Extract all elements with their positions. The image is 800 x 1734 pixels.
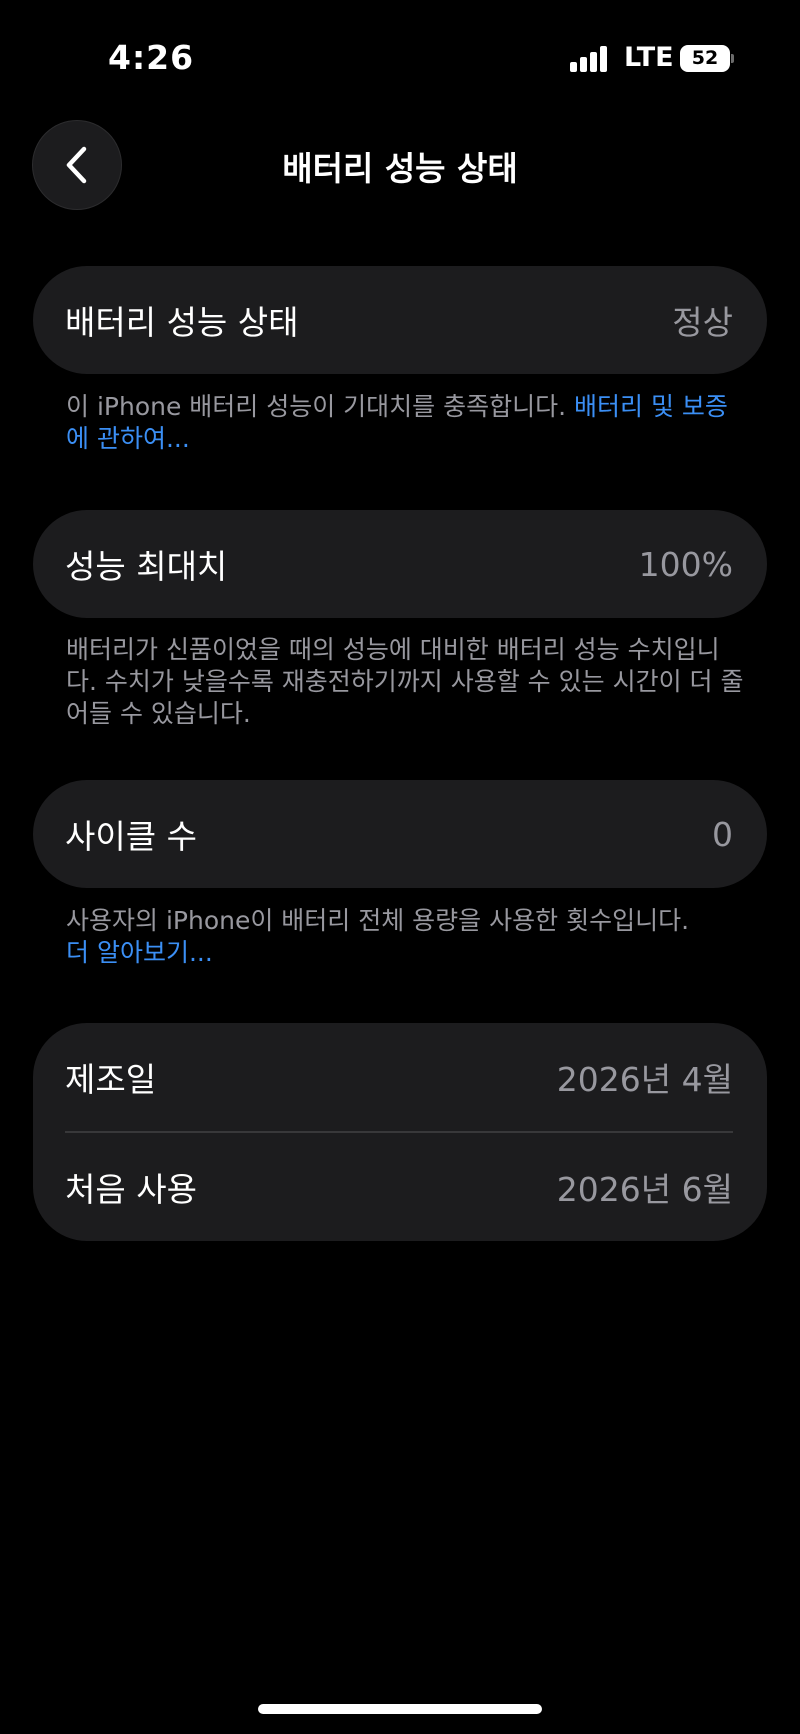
max-capacity-row: 성능 최대치 100% — [33, 510, 767, 618]
manufacture-date-value: 2026년 4월 — [556, 1060, 733, 1099]
status-time: 4:26 — [108, 38, 195, 77]
max-capacity-footnote: 배터리가 신품이었을 때의 성능에 대비한 배터리 성능 수치입니다. 수치가 … — [66, 635, 744, 728]
max-capacity-card: 성능 최대치 100% — [33, 510, 767, 618]
manufacture-date-label: 제조일 — [65, 1060, 157, 1099]
cycle-count-row: 사이클 수 0 — [33, 780, 767, 888]
cellular-signal-icon — [570, 46, 608, 72]
cycle-count-card: 사이클 수 0 — [33, 780, 767, 888]
manufacture-date-row: 제조일 2026년 4월 — [33, 1023, 767, 1131]
status-bar: 4:26 LTE 52 — [0, 0, 800, 110]
cycle-count-label: 사이클 수 — [65, 817, 197, 856]
battery-health-footnote-text: 이 iPhone 배터리 성능이 기대치를 충족합니다. — [66, 392, 575, 421]
max-capacity-label: 성능 최대치 — [65, 547, 228, 586]
cycle-count-footnote-text: 사용자의 iPhone이 배터리 전체 용량을 사용한 횟수입니다. — [66, 906, 690, 935]
learn-more-link[interactable]: 더 알아보기... — [66, 937, 746, 969]
max-capacity-value: 100% — [638, 544, 733, 584]
cycle-count-footnote: 사용자의 iPhone이 배터리 전체 용량을 사용한 횟수입니다. 더 알아보… — [66, 905, 746, 969]
battery-health-label: 배터리 성능 상태 — [65, 303, 299, 342]
cycle-count-value: 0 — [712, 814, 733, 854]
dates-card: 제조일 2026년 4월 처음 사용 2026년 6월 — [33, 1023, 767, 1241]
battery-health-value: 정상 — [672, 303, 733, 342]
first-use-row: 처음 사용 2026년 6월 — [33, 1133, 767, 1241]
battery-health-row: 배터리 성능 상태 정상 — [33, 266, 767, 374]
battery-level: 52 — [680, 45, 730, 72]
first-use-value: 2026년 6월 — [556, 1170, 733, 1209]
network-type: LTE — [624, 42, 674, 73]
battery-icon: 52 — [680, 45, 734, 72]
page-title: 배터리 성능 상태 — [282, 149, 518, 188]
battery-health-screen: 4:26 LTE 52 배터리 성능 상태 배터리 성능 상태 정상 이 iPh… — [0, 0, 800, 1734]
home-indicator[interactable] — [258, 1704, 542, 1714]
battery-health-card: 배터리 성능 상태 정상 — [33, 266, 767, 374]
battery-health-footnote: 이 iPhone 배터리 성능이 기대치를 충족합니다. 배터리 및 보증에 관… — [66, 391, 746, 455]
first-use-label: 처음 사용 — [65, 1170, 197, 1209]
